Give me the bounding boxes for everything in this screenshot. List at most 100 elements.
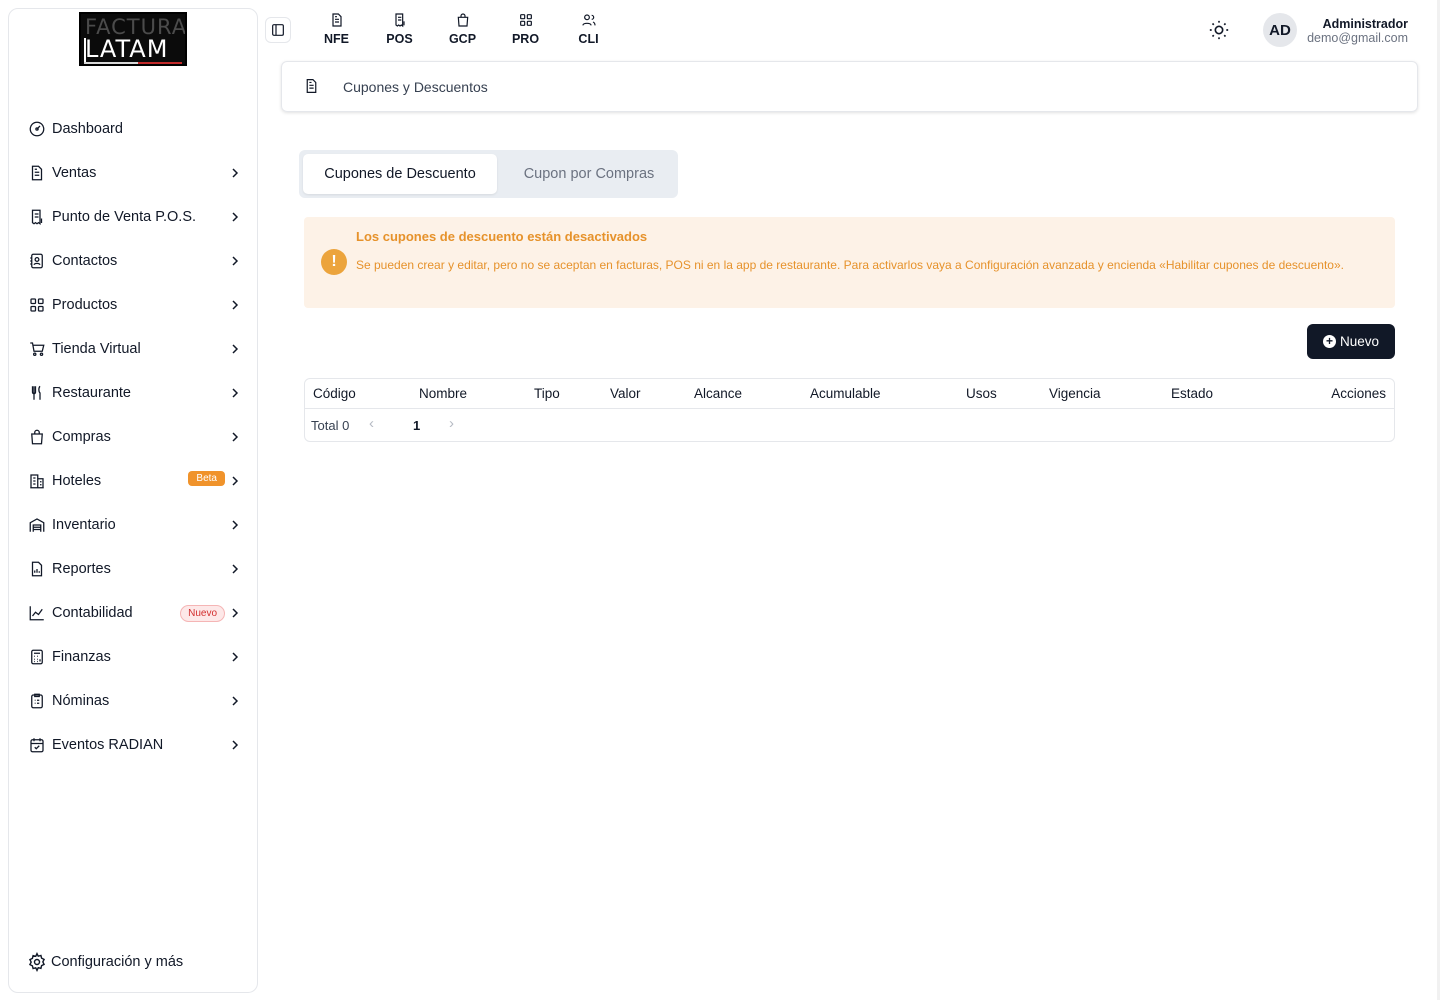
sidebar-item-productos[interactable]: Productos <box>9 283 257 327</box>
sidebar-item-restaurante[interactable]: Restaurante <box>9 371 257 415</box>
sidebar-toggle-button[interactable] <box>265 17 291 43</box>
column-header-acciones[interactable]: Acciones <box>1331 386 1386 401</box>
warehouse-icon <box>27 515 47 535</box>
column-header-nombre[interactable]: Nombre <box>419 386 467 401</box>
column-header-valor[interactable]: Valor <box>610 386 641 401</box>
gear-icon <box>28 952 46 972</box>
column-header-usos[interactable]: Usos <box>966 386 997 401</box>
sidebar-item-label: Contactos <box>52 253 118 269</box>
sidebar-item-label: Restaurante <box>52 385 131 401</box>
calculator-icon <box>27 647 47 667</box>
alert-text: Se pueden crear y editar, pero no se ace… <box>356 258 1344 272</box>
sidebar-item-label: Contabilidad <box>52 605 133 621</box>
sidebar-item-label: Tienda Virtual <box>52 341 141 357</box>
contacts-icon <box>27 251 47 271</box>
module-cli[interactable]: CLI <box>557 12 620 46</box>
sidebar-item-hoteles[interactable]: Hoteles Beta <box>9 459 257 503</box>
chevron-right-icon <box>227 209 243 225</box>
column-header-vigencia[interactable]: Vigencia <box>1049 386 1101 401</box>
sidebar-item-tienda-virtual[interactable]: Tienda Virtual <box>9 327 257 371</box>
module-pos[interactable]: POS <box>368 12 431 46</box>
module-switcher: NFE POS GCP PRO CLI <box>305 12 620 46</box>
company-logo[interactable]: FACTURA LATAM <box>79 12 187 66</box>
shopping-bag-icon <box>457 13 468 27</box>
sidebar-nav: Dashboard Ventas Punto de Venta P.O.S. C… <box>9 107 257 767</box>
sidebar-item-contactos[interactable]: Contactos <box>9 239 257 283</box>
users-icon <box>581 14 596 26</box>
sidebar-item-label: Compras <box>52 429 111 445</box>
sidebar-panel-icon <box>272 24 284 36</box>
module-gcp[interactable]: GCP <box>431 12 494 46</box>
chevron-right-icon <box>227 341 243 357</box>
user-name: Administrador <box>1322 17 1408 31</box>
chevron-right-icon <box>227 605 243 621</box>
sidebar-item-inventario[interactable]: Inventario <box>9 503 257 547</box>
chevron-right-icon <box>227 253 243 269</box>
table-header: Código Nombre Tipo Valor Alcance Acumula… <box>305 379 1394 409</box>
module-label: POS <box>386 32 413 46</box>
alert-title: Los cupones de descuento están desactiva… <box>356 229 648 244</box>
chevron-right-icon <box>227 737 243 753</box>
chevron-right-icon <box>227 429 243 445</box>
user-email: demo@gmail.com <box>1307 31 1408 45</box>
sidebar-item-label: Hoteles <box>52 473 102 489</box>
file-text-icon <box>27 163 47 183</box>
report-icon <box>27 559 47 579</box>
sidebar-item-contabilidad[interactable]: Contabilidad Nuevo <box>9 591 257 635</box>
chevron-left-icon[interactable]: ‹ <box>369 415 374 432</box>
receipt-icon <box>394 13 405 28</box>
chart-line-icon <box>27 603 47 623</box>
theme-toggle-button[interactable] <box>1208 19 1232 43</box>
new-badge: Nuevo <box>180 605 225 622</box>
plus-circle-icon: + <box>1322 335 1336 348</box>
module-nfe[interactable]: NFE <box>305 12 368 46</box>
warning-icon: ! <box>321 249 347 275</box>
avatar[interactable]: AD <box>1263 13 1297 47</box>
column-header-tipo[interactable]: Tipo <box>534 386 560 401</box>
chevron-right-icon <box>227 165 243 181</box>
chevron-right-icon <box>227 517 243 533</box>
sidebar-item-label: Inventario <box>52 517 116 533</box>
sidebar-item-pos[interactable]: Punto de Venta P.O.S. <box>9 195 257 239</box>
new-button-label: Nuevo <box>1339 334 1380 349</box>
column-header-codigo[interactable]: Código <box>313 386 356 401</box>
chevron-right-icon <box>227 385 243 401</box>
sun-icon <box>1209 20 1229 40</box>
column-header-acumulable[interactable]: Acumulable <box>810 386 881 401</box>
logo-line-2: LATAM <box>85 35 169 63</box>
settings-link[interactable]: Configuración y más <box>27 952 183 972</box>
utensils-icon <box>27 383 47 403</box>
sidebar-item-label: Eventos RADIAN <box>52 737 164 753</box>
module-label: GCP <box>448 32 477 46</box>
tab-cupones-descuento[interactable]: Cupones de Descuento <box>303 154 497 194</box>
beta-badge: Beta <box>188 471 225 486</box>
sidebar-item-label: Reportes <box>52 561 111 577</box>
sidebar: FACTURA LATAM Dashboard Ventas Punto de … <box>8 8 258 993</box>
column-header-alcance[interactable]: Alcance <box>694 386 742 401</box>
sidebar-item-dashboard[interactable]: Dashboard <box>9 107 257 151</box>
column-header-estado[interactable]: Estado <box>1171 386 1213 401</box>
sidebar-item-reportes[interactable]: Reportes <box>9 547 257 591</box>
settings-label: Configuración y más <box>51 954 184 970</box>
chevron-right-icon[interactable]: › <box>449 415 454 432</box>
page-title: Cupones y Descuentos <box>343 79 488 95</box>
gauge-icon <box>27 119 47 139</box>
page-number[interactable]: 1 <box>413 418 420 433</box>
module-pro[interactable]: PRO <box>494 12 557 46</box>
new-coupon-button[interactable]: + Nuevo <box>1307 324 1395 359</box>
sidebar-item-nominas[interactable]: Nóminas <box>9 679 257 723</box>
shopping-bag-icon <box>27 427 47 447</box>
sidebar-item-finanzas[interactable]: Finanzas <box>9 635 257 679</box>
module-label: NFE <box>324 32 349 46</box>
chevron-right-icon <box>227 649 243 665</box>
tab-cupon-por-compras[interactable]: Cupon por Compras <box>504 154 674 194</box>
grid-icon <box>27 295 47 315</box>
sidebar-item-label: Finanzas <box>52 649 111 665</box>
chevron-right-icon <box>227 561 243 577</box>
pagination: Total 0 ‹ 1 › <box>305 410 1394 442</box>
building-icon <box>27 471 47 491</box>
sidebar-item-ventas[interactable]: Ventas <box>9 151 257 195</box>
sidebar-item-compras[interactable]: Compras <box>9 415 257 459</box>
sidebar-item-eventos-radian[interactable]: Eventos RADIAN <box>9 723 257 767</box>
grid-icon <box>519 14 532 26</box>
